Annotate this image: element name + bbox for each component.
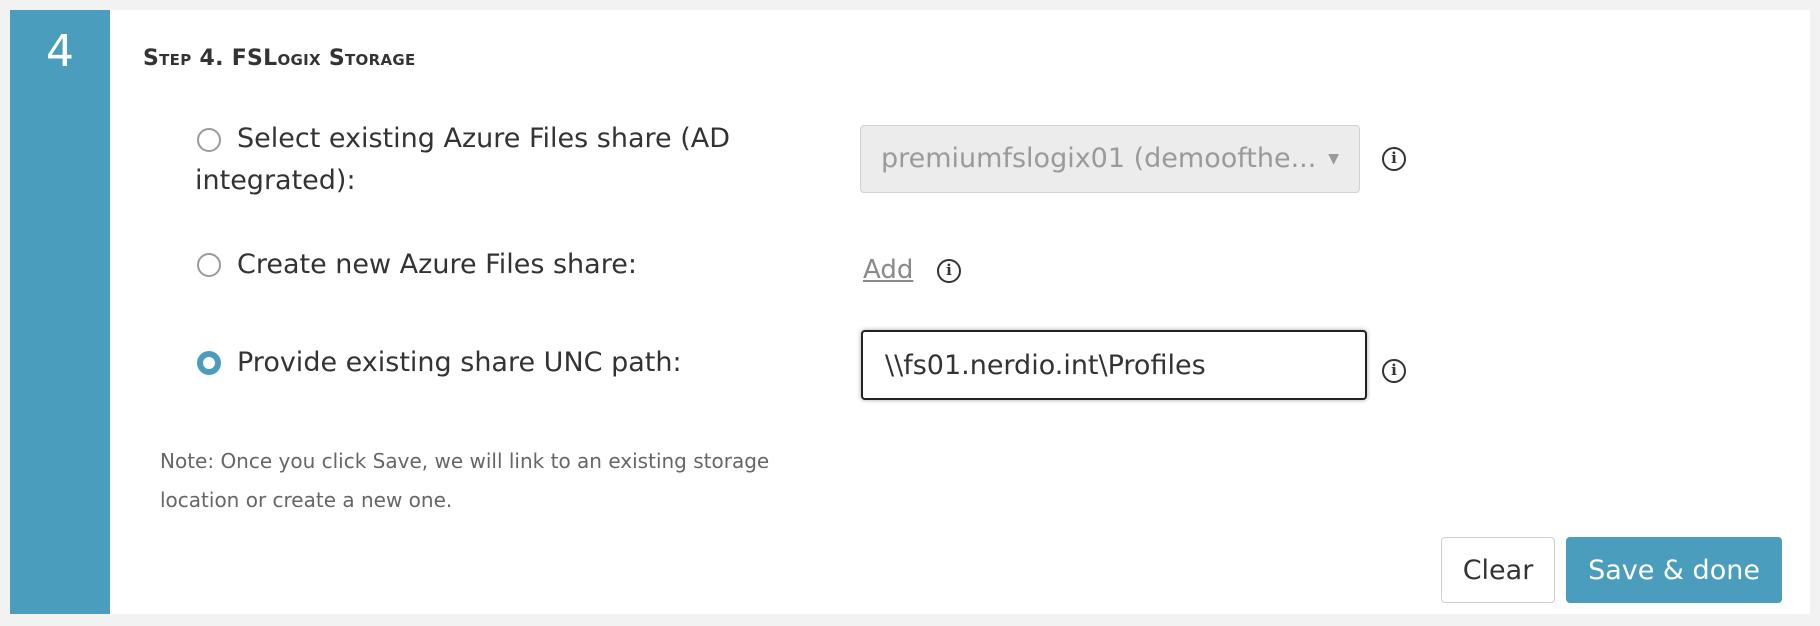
info-icon[interactable]: i (1382, 147, 1406, 171)
existing-azure-files-label: Select existing Azure Files share (AD in… (195, 123, 730, 196)
unc-path-label: Provide existing share UNC path: (237, 347, 682, 378)
chevron-down-icon: ▼ (1328, 151, 1339, 167)
new-azure-files-label: Create new Azure Files share: (237, 249, 637, 280)
step-number: 4 (46, 26, 74, 77)
step-card: 4 Step 4. FSLogix Storage Select existin… (10, 10, 1810, 614)
info-icon[interactable]: i (1382, 359, 1406, 383)
radio-new-azure-files[interactable] (197, 253, 221, 277)
save-note: Note: Once you click Save, we will link … (160, 449, 770, 512)
existing-share-select-value: premiumfslogix01 (demoofthe... (881, 143, 1317, 174)
step-stripe: 4 (10, 10, 110, 614)
info-icon[interactable]: i (937, 259, 961, 283)
add-share-link[interactable]: Add (863, 250, 913, 290)
clear-button[interactable]: Clear (1441, 537, 1555, 603)
unc-path-input[interactable] (861, 330, 1367, 400)
step-title: Step 4. FSLogix Storage (143, 46, 416, 71)
existing-share-select[interactable]: premiumfslogix01 (demoofthe... ▼ (860, 125, 1360, 193)
radio-unc-path[interactable] (197, 351, 221, 375)
save-done-button[interactable]: Save & done (1566, 537, 1782, 603)
